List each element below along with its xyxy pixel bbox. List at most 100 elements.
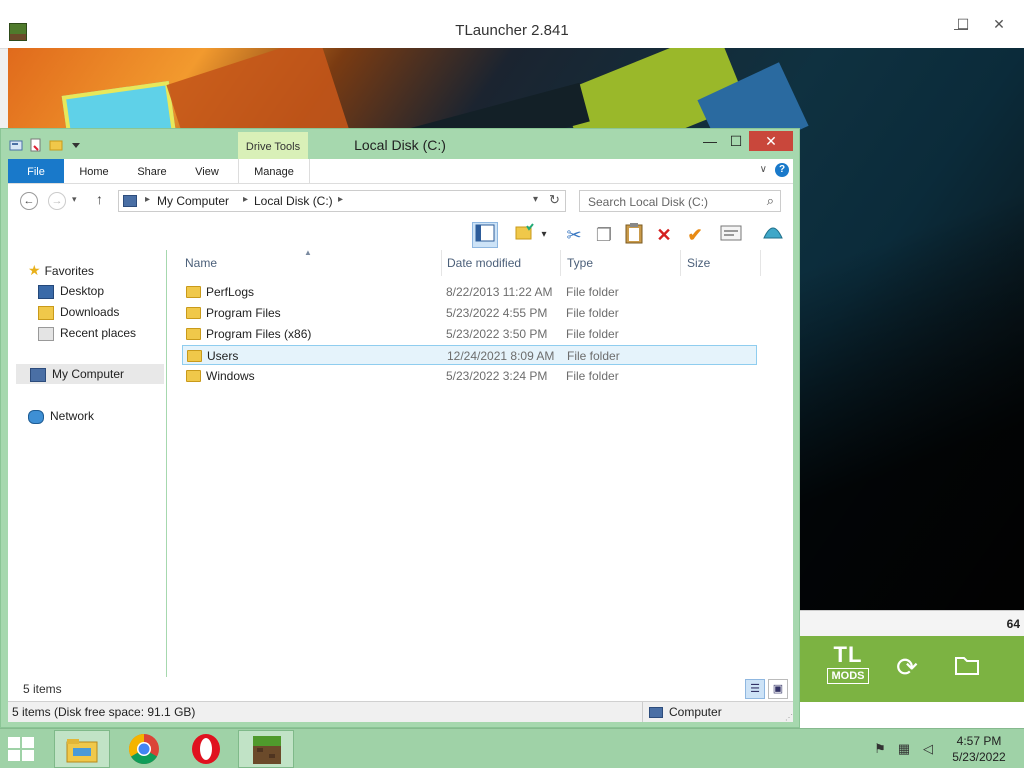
recent-locations-icon[interactable]: ▾ [72, 194, 77, 205]
windows-logo-pane [22, 737, 34, 748]
refresh-icon[interactable]: ⟳ [890, 650, 924, 684]
tab-home[interactable]: Home [68, 159, 120, 183]
layout-icon [475, 224, 495, 242]
explorer-title: Local Disk (C:) [354, 137, 446, 153]
column-header-size[interactable]: Size [681, 250, 761, 276]
copy-icon[interactable]: ❐ [591, 222, 617, 248]
explorer-window: Drive Tools Local Disk (C:) — ☐ ✕ File H… [0, 128, 800, 728]
file-type: File folder [567, 349, 620, 363]
file-name: Program Files (x86) [206, 327, 312, 341]
tab-file[interactable]: File [8, 159, 64, 183]
taskbar-opera[interactable] [178, 730, 234, 768]
refresh-icon[interactable]: ↻ [549, 192, 560, 208]
nav-item-desktop[interactable]: Desktop [38, 281, 104, 301]
address-dropdown-icon[interactable]: ▾ [533, 194, 538, 205]
recent-places-icon [38, 326, 54, 341]
ribbon-expand-icon[interactable]: ∨ [760, 164, 767, 175]
breadcrumb-separator[interactable]: ▸ [338, 194, 343, 205]
explorer-close-button[interactable]: ✕ [749, 131, 793, 151]
search-input[interactable] [580, 191, 766, 213]
search-box[interactable]: ⌕ [579, 190, 781, 213]
nav-item-label: Recent places [60, 326, 137, 340]
action-center-icon[interactable]: ⚑ [872, 741, 888, 757]
tab-manage[interactable]: Manage [238, 159, 310, 183]
tab-share[interactable]: Share [126, 159, 178, 183]
navigation-pane: ★ Favorites Desktop Downloads Recent plac… [8, 250, 166, 677]
breadcrumb-separator[interactable]: ▸ [145, 194, 150, 205]
taskbar-tlauncher[interactable] [238, 730, 294, 768]
status-location: Computer [642, 702, 722, 722]
tlauncher-bottom-strip [800, 702, 1024, 728]
file-type: File folder [566, 306, 619, 320]
folder-icon[interactable] [950, 650, 984, 684]
details-view-icon[interactable]: ☰ [745, 679, 765, 699]
nav-item-recent-places[interactable]: Recent places [38, 323, 136, 343]
chrome-icon [128, 734, 159, 765]
paste-icon[interactable] [621, 222, 647, 248]
column-header-type[interactable]: Type [561, 250, 681, 276]
table-row-selected[interactable]: Users 12/24/2021 8:09 AM File folder [182, 345, 757, 365]
disk-free-space: 5 items (Disk free space: 91.1 GB) [12, 705, 196, 719]
taskbar: ⚑ ▦ ◁ 4:57 PM 5/23/2022 [0, 728, 1024, 768]
explorer-titlebar[interactable]: Drive Tools Local Disk (C:) — ☐ ✕ [1, 129, 799, 159]
start-button[interactable] [8, 737, 38, 763]
tlauncher-titlebar[interactable]: TLauncher 2.841 — ☐ ✕ [0, 0, 1024, 49]
paste-svg [625, 223, 643, 244]
delete-icon[interactable]: ✕ [651, 222, 677, 248]
search-icon[interactable]: ⌕ [767, 193, 774, 209]
column-header-date[interactable]: Date modified [441, 250, 561, 276]
resize-grip-icon[interactable]: ⋰ [785, 713, 793, 722]
table-row[interactable]: Windows 5/23/2022 3:24 PM File folder [182, 366, 757, 386]
nav-item-network[interactable]: Network [28, 406, 94, 426]
taskbar-chrome[interactable] [116, 730, 172, 768]
network-status-icon[interactable]: ▦ [896, 741, 912, 757]
tab-view[interactable]: View [182, 159, 232, 183]
tlauncher-close-button[interactable]: ✕ [988, 14, 1010, 34]
back-button[interactable]: ← [20, 192, 38, 210]
layout-pane-button[interactable] [472, 222, 498, 248]
cut-icon[interactable]: ✂ [561, 222, 587, 248]
rename-check-icon[interactable]: ✔ [682, 222, 708, 248]
table-row[interactable]: Program Files 5/23/2022 4:55 PM File fol… [182, 303, 757, 323]
file-name: PerfLogs [206, 285, 255, 299]
clock-time: 4:57 PM [956, 734, 1002, 748]
breadcrumb-local-disk[interactable]: Local Disk (C:) [254, 194, 333, 208]
file-date: 5/23/2022 4:55 PM [446, 306, 548, 320]
nav-item-my-computer[interactable]: My Computer [16, 364, 164, 384]
table-row[interactable]: Program Files (x86) 5/23/2022 3:50 PM Fi… [182, 324, 757, 344]
nav-item-downloads[interactable]: Downloads [38, 302, 119, 322]
breadcrumb-separator[interactable]: ▸ [243, 194, 248, 205]
windows-logo-pane [8, 750, 20, 761]
folder-options-dropdown-icon[interactable]: ▾ [538, 222, 550, 248]
taskbar-file-explorer[interactable] [54, 730, 110, 768]
explorer-minimize-button[interactable]: — [693, 131, 727, 151]
forward-button[interactable]: → [48, 192, 66, 210]
windows-logo-pane [22, 750, 34, 761]
computer-icon [30, 367, 46, 382]
large-icons-view-icon[interactable]: ▣ [768, 679, 788, 699]
network-icon [28, 409, 44, 424]
explorer-maximize-button[interactable]: ☐ [723, 131, 749, 151]
tl-mods-logo[interactable]: TL MODS [827, 644, 869, 692]
tlauncher-maximize-button[interactable]: ☐ [952, 14, 974, 34]
downloads-icon [38, 305, 54, 320]
file-name: Program Files [206, 306, 281, 320]
nav-favorites[interactable]: ★ Favorites [28, 260, 94, 280]
up-button[interactable]: ↑ [96, 191, 103, 207]
tlauncher-corner-number: 64 [1006, 617, 1020, 631]
file-name: Users [207, 349, 239, 363]
shell-icon[interactable] [760, 222, 786, 248]
folder-options-icon[interactable] [512, 222, 538, 248]
tlauncher-title: TLauncher 2.841 [455, 22, 569, 39]
clock-date: 5/23/2022 [952, 750, 1006, 764]
desktop-icon [38, 284, 54, 299]
clock[interactable]: 4:57 PM 5/23/2022 [944, 733, 1014, 765]
address-bar[interactable]: ▸ My Computer ▸ Local Disk (C:) ▸ ▾ ↻ [118, 190, 566, 212]
breadcrumb-my-computer[interactable]: My Computer [157, 194, 229, 208]
properties-icon[interactable] [718, 222, 744, 248]
table-row[interactable]: PerfLogs 8/22/2013 11:22 AM File folder [182, 282, 757, 302]
help-icon[interactable]: ? [775, 163, 789, 177]
computer-icon [123, 195, 137, 207]
toolbar: ▾ ✂ ❐ ✕ ✔ [8, 220, 793, 250]
volume-icon[interactable]: ◁ [920, 741, 936, 757]
